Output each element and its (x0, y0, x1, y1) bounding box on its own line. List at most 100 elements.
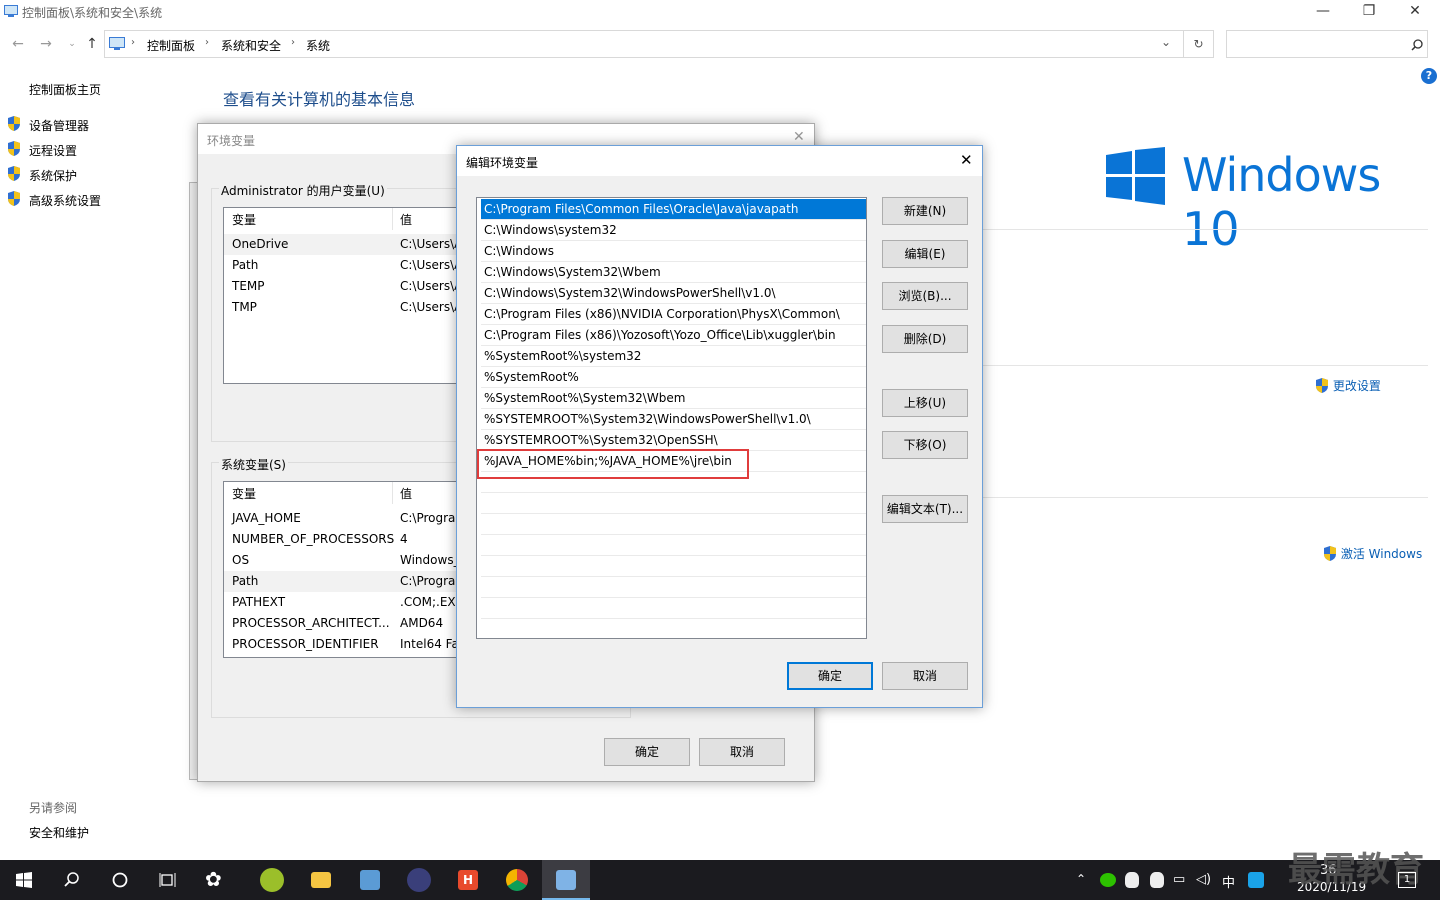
sidebar-item-label[interactable]: 远程设置 (29, 142, 77, 159)
sidebar-item-advanced[interactable] (7, 191, 21, 209)
list-item-empty[interactable] (481, 493, 866, 514)
minimize-button[interactable]: — (1300, 0, 1346, 24)
sidebar-item-device-manager[interactable] (7, 116, 21, 134)
move-down-button[interactable]: 下移(O) (882, 431, 968, 459)
sidebar-item-label[interactable]: 系统保护 (29, 167, 77, 184)
list-item-empty[interactable] (481, 535, 866, 556)
breadcrumb-control-panel[interactable]: 控制面板 (147, 37, 195, 54)
taskbar-app-eclipse[interactable] (395, 860, 443, 900)
taskbar-app-control-panel[interactable] (542, 860, 590, 900)
var-name[interactable]: Path (232, 571, 258, 592)
edit-cancel-button[interactable]: 取消 (882, 662, 968, 690)
taskbar-app[interactable]: ✿ (192, 860, 240, 900)
taskbar-app-hbuilder[interactable]: H (444, 860, 492, 900)
list-item[interactable]: C:\Program Files (x86)\NVIDIA Corporatio… (481, 304, 866, 325)
tray-overflow-icon[interactable]: ⌃ (1076, 872, 1086, 886)
env-ok-button[interactable]: 确定 (604, 738, 690, 766)
list-item[interactable]: C:\Windows (481, 241, 866, 262)
list-item[interactable]: C:\Program Files\Common Files\Oracle\Jav… (481, 199, 866, 220)
taskbar-app[interactable] (248, 860, 296, 900)
list-item[interactable]: C:\Program Files (x86)\Yozosoft\Yozo_Off… (481, 325, 866, 346)
delete-button[interactable]: 删除(D) (882, 325, 968, 353)
list-item[interactable]: %SystemRoot%\System32\Wbem (481, 388, 866, 409)
var-name[interactable]: TMP (232, 297, 257, 318)
var-name[interactable]: NUMBER_OF_PROCESSORS (232, 529, 394, 550)
wechat-icon[interactable] (1100, 873, 1116, 887)
activate-windows-label[interactable]: 激活 Windows (1341, 547, 1422, 561)
close-icon[interactable]: ✕ (793, 129, 805, 145)
list-item-empty[interactable] (481, 598, 866, 619)
sidebar-item-remote[interactable] (7, 141, 21, 159)
help-icon[interactable]: ? (1421, 68, 1437, 84)
refresh-button[interactable]: ↻ (1184, 30, 1214, 58)
list-item-empty[interactable] (481, 577, 866, 598)
var-name[interactable]: TEMP (232, 276, 265, 297)
edit-button[interactable]: 编辑(E) (882, 240, 968, 268)
taskbar-app[interactable] (346, 860, 394, 900)
address-bar[interactable]: › 控制面板 › 系统和安全 › 系统 ⌄ (104, 30, 1184, 58)
var-name[interactable]: OS (232, 550, 249, 571)
var-value: C:\Progra (400, 574, 456, 588)
taskbar-app-explorer[interactable] (297, 860, 345, 900)
column-header-value[interactable]: 值 (400, 210, 412, 231)
var-name[interactable]: PROCESSOR_ARCHITECT... (232, 613, 390, 634)
notification-center-icon[interactable]: 1 (1398, 872, 1416, 888)
address-dropdown-icon[interactable]: ⌄ (1161, 35, 1171, 49)
close-icon[interactable]: ✕ (960, 151, 973, 169)
list-item-empty[interactable] (481, 514, 866, 535)
refresh-icon: ↻ (1193, 37, 1204, 51)
control-panel-home-link[interactable]: 控制面板主页 (29, 81, 101, 98)
up-arrow-icon[interactable]: ↑ (82, 34, 102, 54)
close-button[interactable]: ✕ (1392, 0, 1438, 24)
ime-indicator[interactable]: 中 (1222, 872, 1235, 891)
user-vars-list[interactable]: 变量 值 OneDrive C:\Users\A Path C:\Users\A… (223, 207, 463, 384)
cortana-button[interactable] (96, 860, 144, 900)
list-item[interactable]: %SystemRoot% (481, 367, 866, 388)
column-header-variable[interactable]: 变量 (232, 484, 256, 505)
search-taskbar-button[interactable] (48, 860, 96, 900)
list-item[interactable]: C:\Windows\System32\WindowsPowerShell\v1… (481, 283, 866, 304)
list-item-empty[interactable] (481, 556, 866, 577)
column-header-value[interactable]: 值 (400, 484, 412, 505)
list-item[interactable]: %SYSTEMROOT%\System32\OpenSSH\ (481, 430, 866, 451)
list-item[interactable]: C:\Windows\System32\Wbem (481, 262, 866, 283)
recent-chevron-icon[interactable]: ⌄ (62, 34, 82, 54)
maximize-button[interactable]: ❐ (1346, 0, 1392, 24)
taskbar-app-chrome[interactable] (493, 860, 541, 900)
change-settings-link[interactable]: 更改设置 (1315, 377, 1381, 394)
activate-windows-link[interactable]: 激活 Windows (1323, 545, 1422, 562)
qq-browser-icon[interactable] (1248, 872, 1264, 888)
column-header-variable[interactable]: 变量 (232, 210, 256, 231)
move-up-button[interactable]: 上移(U) (882, 389, 968, 417)
network-icon[interactable]: ▭ (1173, 872, 1185, 887)
system-vars-list[interactable]: 变量 值 JAVA_HOME C:\Progra NUMBER_OF_PROCE… (223, 481, 463, 658)
security-maintenance-link[interactable]: 安全和维护 (29, 824, 89, 841)
edit-ok-button[interactable]: 确定 (787, 662, 873, 690)
back-arrow-icon[interactable]: ← (8, 34, 28, 54)
start-button[interactable] (0, 860, 48, 900)
var-name[interactable]: JAVA_HOME (232, 508, 301, 529)
var-name[interactable]: PATHEXT (232, 592, 285, 613)
browse-button[interactable]: 浏览(B)... (882, 282, 968, 310)
task-view-button[interactable] (144, 860, 192, 900)
search-input[interactable] (1226, 30, 1428, 58)
var-name[interactable]: PROCESSOR_IDENTIFIER (232, 634, 379, 655)
list-item[interactable]: %SYSTEMROOT%\System32\WindowsPowerShell\… (481, 409, 866, 430)
volume-icon[interactable]: ◁) (1196, 872, 1211, 887)
sidebar-item-label[interactable]: 高级系统设置 (29, 192, 101, 209)
forward-arrow-icon[interactable]: → (36, 34, 56, 54)
qq-icon[interactable] (1150, 872, 1164, 888)
path-list[interactable]: C:\Program Files\Common Files\Oracle\Jav… (476, 197, 867, 639)
var-name[interactable]: Path (232, 255, 258, 276)
sidebar-item-protection[interactable] (7, 166, 21, 184)
list-item[interactable]: %SystemRoot%\system32 (481, 346, 866, 367)
breadcrumb-system-security[interactable]: 系统和安全 (221, 37, 281, 54)
list-item[interactable]: C:\Windows\system32 (481, 220, 866, 241)
env-cancel-button[interactable]: 取消 (699, 738, 785, 766)
breadcrumb-system[interactable]: 系统 (306, 37, 330, 54)
qq-icon[interactable] (1125, 872, 1139, 888)
new-button[interactable]: 新建(N) (882, 197, 968, 225)
edit-text-button[interactable]: 编辑文本(T)... (882, 495, 968, 523)
change-settings-label[interactable]: 更改设置 (1333, 379, 1381, 393)
sidebar-item-label[interactable]: 设备管理器 (29, 117, 89, 134)
